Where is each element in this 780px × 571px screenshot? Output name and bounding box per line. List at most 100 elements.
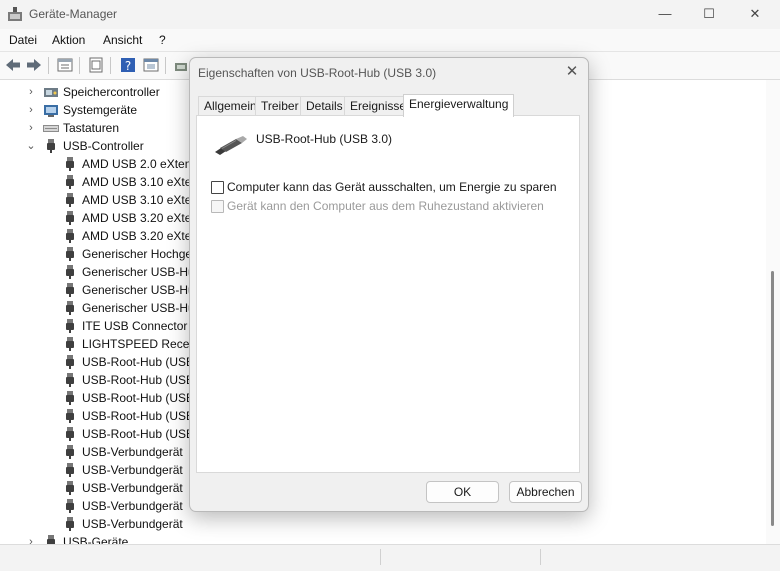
properties-dialog: Eigenschaften von USB-Root-Hub (USB 3.0)…: [189, 57, 589, 512]
usb-icon: [66, 499, 74, 513]
tree-item-label: LIGHTSPEED Receive: [82, 337, 205, 351]
vertical-scrollbar[interactable]: [766, 80, 780, 544]
usb-icon: [66, 175, 74, 189]
tree-device[interactable]: USB-Verbundgerät: [0, 515, 766, 533]
show-device-icon[interactable]: [142, 56, 160, 74]
dialog-close-button[interactable]: ✕: [562, 62, 582, 82]
tree-item-label: USB-Root-Hub (USB: [82, 427, 195, 441]
tree-item-label: AMD USB 3.10 eXten: [82, 175, 199, 189]
chevron-right-icon[interactable]: ›: [25, 119, 37, 137]
toolbar-separator: [165, 57, 166, 74]
tree-item-label: USB-Verbundgerät: [82, 517, 183, 531]
status-bar: [0, 544, 780, 571]
menu-ansicht[interactable]: Ansicht: [103, 33, 142, 47]
usb-icon: [47, 535, 55, 544]
tab-details[interactable]: Details: [300, 96, 349, 116]
window-title: Geräte-Manager: [29, 7, 118, 21]
minimize-button[interactable]: —: [642, 0, 688, 28]
tree-item-label: USB-Root-Hub (USB: [82, 391, 195, 405]
tree-item-label: Tastaturen: [63, 121, 120, 135]
usb-icon: [66, 481, 74, 495]
chevron-down-icon[interactable]: ⌄: [25, 137, 37, 155]
title-bar: Geräte-Manager — ☐ ✕: [0, 0, 780, 28]
maximize-button[interactable]: ☐: [686, 0, 732, 28]
tree-item-label: USB-Verbundgerät: [82, 481, 183, 495]
ok-button[interactable]: OK: [426, 481, 499, 503]
status-segment: [0, 549, 381, 565]
usb-icon: [47, 139, 55, 153]
toolbar-separator: [110, 57, 111, 74]
allow-wake-label: Gerät kann den Computer aus dem Ruhezust…: [227, 199, 544, 213]
cancel-button[interactable]: Abbrechen: [509, 481, 582, 503]
tab-treiber[interactable]: Treiber: [255, 96, 305, 116]
tree-item-label: ITE USB Connector C: [82, 319, 200, 333]
usb-icon: [66, 463, 74, 477]
tree-item-label: Generischer USB-Hu: [82, 265, 195, 279]
tree-item-label: Speichercontroller: [63, 85, 160, 99]
chevron-right-icon[interactable]: ›: [25, 83, 37, 101]
tree-item-label: AMD USB 3.10 eXten: [82, 193, 199, 207]
usb-icon: [66, 391, 74, 405]
usb-icon: [66, 157, 74, 171]
usb-icon: [66, 247, 74, 261]
menu-datei[interactable]: Datei: [9, 33, 37, 47]
menu-aktion[interactable]: Aktion: [52, 33, 85, 47]
allow-wake-checkbox: [211, 200, 224, 213]
tree-item-label: USB-Root-Hub (USB: [82, 355, 195, 369]
usb-icon: [66, 427, 74, 441]
toolbar-separator: [48, 57, 49, 74]
tree-item-label: Generischer USB-Hu: [82, 283, 195, 297]
tree-item-label: AMD USB 3.20 eXten: [82, 229, 199, 243]
tree-item-label: AMD USB 3.20 eXten: [82, 211, 199, 225]
tree-item-label: USB-Root-Hub (USB: [82, 409, 195, 423]
tree-item-label: Generischer Hochge: [82, 247, 193, 261]
help-icon[interactable]: ?: [119, 56, 137, 74]
menu-help[interactable]: ?: [159, 33, 166, 47]
tree-category[interactable]: › USB-Geräte: [0, 533, 766, 544]
allow-power-off-label[interactable]: Computer kann das Gerät ausschalten, um …: [227, 180, 557, 194]
tree-item-label: USB-Verbundgerät: [82, 499, 183, 513]
usb-icon: [66, 229, 74, 243]
close-button[interactable]: ✕: [732, 0, 778, 28]
status-segment: [380, 549, 541, 565]
tree-item-label: USB-Geräte: [63, 535, 129, 544]
tree-item-label: USB-Verbundgerät: [82, 445, 183, 459]
toolbar-separator: [79, 57, 80, 74]
usb-icon: [66, 409, 74, 423]
usb-icon: [66, 319, 74, 333]
allow-power-off-checkbox[interactable]: [211, 181, 224, 194]
properties-view-icon[interactable]: [56, 56, 74, 74]
device-name: USB-Root-Hub (USB 3.0): [256, 132, 393, 146]
menu-bar: Datei Aktion Ansicht ?: [0, 29, 780, 52]
forward-arrow-icon[interactable]: [25, 56, 43, 74]
tab-panel-energieverwaltung: USB-Root-Hub (USB 3.0) Computer kann das…: [196, 115, 580, 473]
usb-icon: [66, 517, 74, 531]
tree-item-label: USB-Root-Hub (USB: [82, 373, 195, 387]
usb-icon: [66, 355, 74, 369]
tab-allgemein[interactable]: Allgemein: [198, 96, 263, 116]
update-view-icon[interactable]: [87, 56, 105, 74]
tab-ereignisse[interactable]: Ereignisse: [344, 96, 413, 116]
usb-icon: [66, 265, 74, 279]
tree-item-label: Generischer USB-Hu: [82, 301, 195, 315]
usb-icon: [66, 445, 74, 459]
back-arrow-icon[interactable]: [4, 56, 22, 74]
tree-item-label: AMD USB 2.0 eXtens: [82, 157, 198, 171]
tree-item-label: Systemgeräte: [63, 103, 138, 117]
scrollbar-thumb[interactable]: [771, 271, 774, 526]
tab-energieverwaltung[interactable]: Energieverwaltung: [403, 94, 515, 117]
chevron-right-icon[interactable]: ›: [25, 533, 37, 544]
dialog-title: Eigenschaften von USB-Root-Hub (USB 3.0): [198, 66, 437, 80]
usb-icon: [66, 373, 74, 387]
tree-item-label: USB-Controller: [63, 139, 144, 153]
storage-controller-icon: [44, 88, 58, 97]
tree-item-label: USB-Verbundgerät: [82, 463, 183, 477]
svg-text:?: ?: [125, 59, 131, 73]
usb-icon: [66, 337, 74, 351]
usb-plug-icon: [215, 136, 247, 155]
usb-icon: [66, 193, 74, 207]
chevron-right-icon[interactable]: ›: [25, 101, 37, 119]
usb-icon: [66, 283, 74, 297]
usb-icon: [66, 211, 74, 225]
keyboard-icon: [43, 125, 59, 132]
